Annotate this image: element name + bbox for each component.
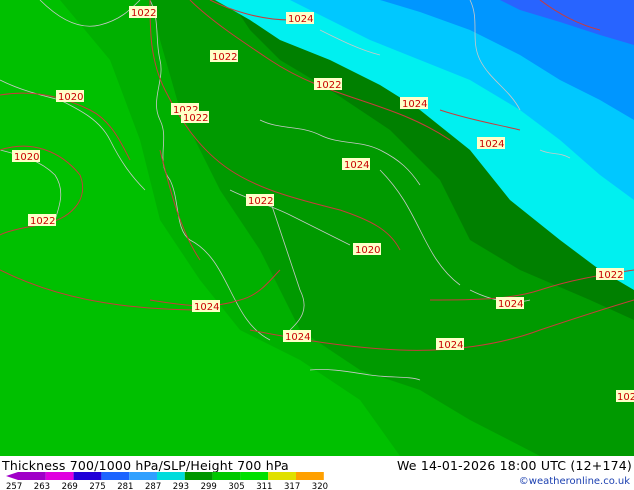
pressure-label-19: 1024 bbox=[438, 340, 463, 351]
color-scale-tick: 263 bbox=[34, 482, 50, 490]
pressure-label-4: 1022 bbox=[316, 80, 341, 91]
color-scale-swatch bbox=[18, 472, 46, 480]
color-scale-swatch bbox=[129, 472, 157, 480]
color-scale-tick: 287 bbox=[145, 482, 161, 490]
color-scale-tick: 293 bbox=[173, 482, 189, 490]
color-scale-swatch bbox=[184, 472, 213, 480]
weather-map: 1022 1024 1022 1022 1024 1020 1022 1022 … bbox=[0, 0, 634, 456]
pressure-label-18: 1024 bbox=[285, 332, 310, 343]
color-scale-tick: 311 bbox=[256, 482, 272, 490]
color-scale-tick: 269 bbox=[62, 482, 78, 490]
color-scale-tick: 320 bbox=[312, 482, 328, 490]
color-scale-swatch bbox=[296, 472, 324, 480]
pressure-label-17: 1024 bbox=[194, 302, 219, 313]
color-scale: 257 263 269 275 281 287 293 299 305 311 317 320 bbox=[6, 472, 328, 490]
color-scale-tick: 317 bbox=[284, 482, 300, 490]
color-scale-tick: 257 bbox=[6, 482, 22, 490]
pressure-label-2: 1024 bbox=[288, 14, 313, 25]
color-scale-tick: 299 bbox=[201, 482, 217, 490]
color-scale-swatch bbox=[101, 472, 130, 480]
pressure-label-15: 1022 bbox=[598, 270, 623, 281]
color-scale-swatch bbox=[240, 472, 269, 480]
credit-link[interactable]: ©weatheronline.co.uk bbox=[519, 476, 630, 487]
color-scale-start-arrow bbox=[6, 472, 18, 480]
color-scale-tick: 305 bbox=[228, 482, 244, 490]
color-scale-tick: 281 bbox=[117, 482, 133, 490]
valid-datetime: We 14-01-2026 18:00 UTC (12+174) bbox=[396, 458, 632, 473]
color-scale-swatch bbox=[268, 472, 296, 480]
color-scale-swatch bbox=[73, 472, 102, 480]
map-title: Thickness 700/1000 hPa/SLP/Height 700 hP… bbox=[2, 458, 289, 473]
pressure-label-6: 1020 bbox=[58, 92, 83, 103]
pressure-label-3: 1022 bbox=[212, 52, 237, 63]
pressure-label-5: 1024 bbox=[402, 99, 427, 110]
pressure-label-16: 1024 bbox=[498, 299, 523, 310]
pressure-label-9: 1024 bbox=[479, 139, 504, 150]
pressure-label-12: 1022 bbox=[248, 196, 273, 207]
color-scale-swatch bbox=[157, 472, 185, 480]
pressure-label-11: 1024 bbox=[344, 160, 369, 171]
pressure-label-10: 1020 bbox=[14, 152, 39, 163]
pressure-label-8: 1022 bbox=[183, 113, 208, 124]
pressure-label-20: 102 bbox=[617, 392, 634, 403]
pressure-label-14: 1020 bbox=[355, 245, 380, 256]
color-scale-swatch bbox=[45, 472, 74, 480]
color-scale-tick: 275 bbox=[89, 482, 105, 490]
color-scale-swatch bbox=[212, 472, 241, 480]
pressure-label-1: 1022 bbox=[131, 8, 156, 19]
pressure-label-13: 1022 bbox=[30, 216, 55, 227]
